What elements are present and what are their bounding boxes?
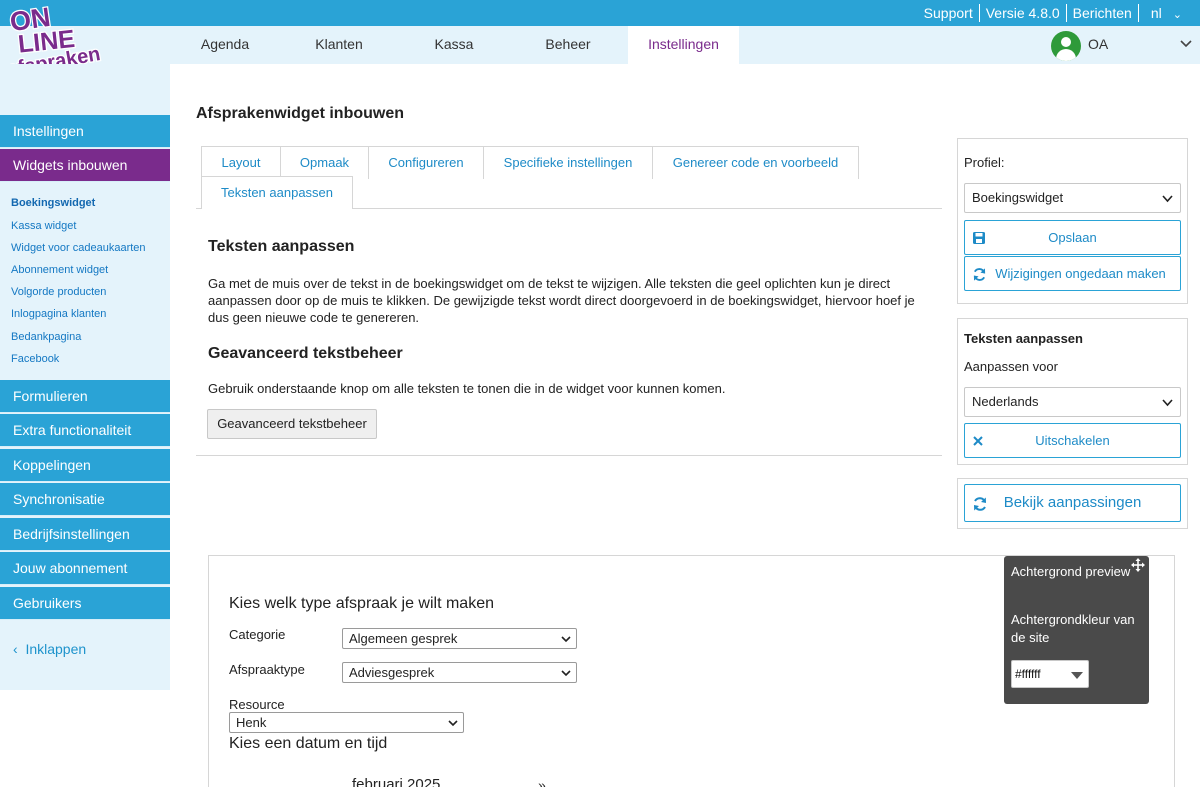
chevron-down-icon [561,636,571,643]
language-select[interactable]: Nederlands [964,387,1181,417]
tab-teksten-aanpassen[interactable]: Teksten aanpassen [201,176,353,209]
tab-layout[interactable]: Layout [201,146,281,179]
nav-tab-kassa[interactable]: Kassa [409,26,499,64]
sidebar-sub-inlogpagina[interactable]: Inlogpagina klanten [11,308,106,320]
caret-down-icon [1071,672,1083,679]
sidebar-item-formulieren[interactable]: Formulieren [0,380,170,413]
sidebar-item-widgets-inbouwen[interactable]: Widgets inbouwen [0,149,170,182]
move-icon[interactable] [1131,558,1145,572]
texts-panel-title: Teksten aanpassen [964,331,1083,346]
resource-label: Resource [229,697,285,712]
avatar-icon[interactable] [1051,31,1081,61]
type-select[interactable]: Adviesgesprek [342,662,577,683]
sidebar-sub-cadeaukaarten[interactable]: Widget voor cadeaukaarten [11,242,146,254]
language-label: nl [1150,5,1162,21]
date-time-title: Kies een datum en tijd [229,735,388,752]
chevron-down-icon[interactable] [1178,36,1194,52]
sidebar-sub-abonnement-widget[interactable]: Abonnement widget [11,264,108,276]
sidebar-item-koppelingen[interactable]: Koppelingen [0,449,170,482]
description-tekstbeheer: Gebruik onderstaande knop om alle tekste… [208,381,726,396]
tab-genereer-code[interactable]: Genereer code en voorbeeld [652,146,859,179]
adjust-for-label: Aanpassen voor [964,359,1058,374]
description-teksten: Ga met de muis over de tekst in de boeki… [208,276,915,325]
tab-opmaak[interactable]: Opmaak [280,146,369,179]
calendar-next-button[interactable]: » [538,777,546,787]
resource-select[interactable]: Henk [229,712,464,733]
collapse-sidebar-button[interactable]: ‹ Inklappen [13,641,86,657]
sidebar-sub-facebook[interactable]: Facebook [11,353,59,365]
type-value: Adviesgesprek [349,665,435,680]
nav-tab-beheer[interactable]: Beheer [523,26,613,64]
background-color-picker[interactable]: #ffffff [1011,660,1089,688]
category-select[interactable]: Algemeen gesprek [342,628,577,649]
language-value: Nederlands [972,394,1039,409]
save-label: Opslaan [1048,230,1097,245]
save-button[interactable]: Opslaan [964,220,1181,255]
user-initials[interactable]: OA [1088,36,1108,52]
page-title: Afsprakenwidget inbouwen [196,105,405,122]
category-value: Algemeen gesprek [349,631,458,646]
profile-value: Boekingswidget [972,190,1064,205]
background-color-label: Achtergrondkleur van de site [1011,612,1135,645]
undo-label: Wijzigingen ongedaan maken [995,266,1166,281]
view-changes-button[interactable]: Bekijk aanpassingen [964,484,1181,522]
profile-select[interactable]: Boekingswidget [964,183,1181,213]
chevron-down-icon [561,670,571,677]
sidebar-item-gebruikers[interactable]: Gebruikers [0,587,170,620]
sidebar-item-instellingen[interactable]: Instellingen [0,115,170,148]
advanced-text-button[interactable]: Geavanceerd tekstbeheer [207,409,377,439]
close-icon [973,436,983,446]
type-label: Afspraaktype [229,662,305,677]
sidebar-sub-kassa-widget[interactable]: Kassa widget [11,220,76,232]
disable-button[interactable]: Uitschakelen [964,423,1181,458]
chevron-down-icon [448,720,458,727]
version-link[interactable]: Versie 4.8.0 [980,5,1066,21]
nav-tab-agenda[interactable]: Agenda [180,26,270,64]
preview-title: Kies welk type afspraak je wilt maken [229,595,494,612]
resource-value: Henk [236,715,267,730]
background-color-value: #ffffff [1015,667,1041,681]
background-preview-title: Achtergrond preview [1011,564,1131,579]
chevron-left-icon: ‹ [13,641,18,657]
background-preview-panel: Achtergrond preview Achtergrondkleur van… [1004,556,1149,704]
sidebar-sub-bedankpagina[interactable]: Bedankpagina [11,331,81,343]
undo-changes-button[interactable]: Wijzigingen ongedaan maken [964,256,1181,291]
language-selector[interactable]: nl ⌄ [1139,5,1194,21]
refresh-icon [973,268,986,281]
collapse-label: Inklappen [25,641,87,657]
nav-tab-klanten[interactable]: Klanten [294,26,384,64]
tab-specifieke-instellingen[interactable]: Specifieke instellingen [483,146,653,179]
support-link[interactable]: Support [918,5,979,21]
chevron-down-icon [1162,195,1173,203]
disable-label: Uitschakelen [1035,433,1110,448]
sidebar-item-bedrijfsinstellingen[interactable]: Bedrijfsinstellingen [0,518,170,551]
save-icon [973,232,985,244]
sidebar-item-jouw-abonnement[interactable]: Jouw abonnement [0,552,170,585]
messages-link[interactable]: Berichten [1067,5,1138,21]
tab-configureren[interactable]: Configureren [368,146,484,179]
top-links: Support Versie 4.8.0 Berichten nl ⌄ [918,0,1194,26]
chevron-down-icon [1162,399,1173,407]
section-heading-tekstbeheer: Geavanceerd tekstbeheer [208,345,403,362]
refresh-icon [974,497,986,511]
profile-label: Profiel: [964,155,1005,170]
sidebar-sub-volgorde-producten[interactable]: Volgorde producten [11,286,106,298]
section-divider [196,455,942,456]
sidebar-sub-boekingswidget[interactable]: Boekingswidget [11,197,95,209]
section-heading-teksten: Teksten aanpassen [208,238,355,255]
sidebar-item-synchronisatie[interactable]: Synchronisatie [0,483,170,516]
calendar-month: februari 2025 [352,776,441,787]
category-label: Categorie [229,627,286,642]
chevron-down-icon: ⌄ [1169,9,1182,21]
view-changes-label: Bekijk aanpassingen [1003,494,1142,511]
nav-tab-instellingen[interactable]: Instellingen [628,26,739,64]
sidebar-item-extra-functionaliteit[interactable]: Extra functionaliteit [0,414,170,447]
